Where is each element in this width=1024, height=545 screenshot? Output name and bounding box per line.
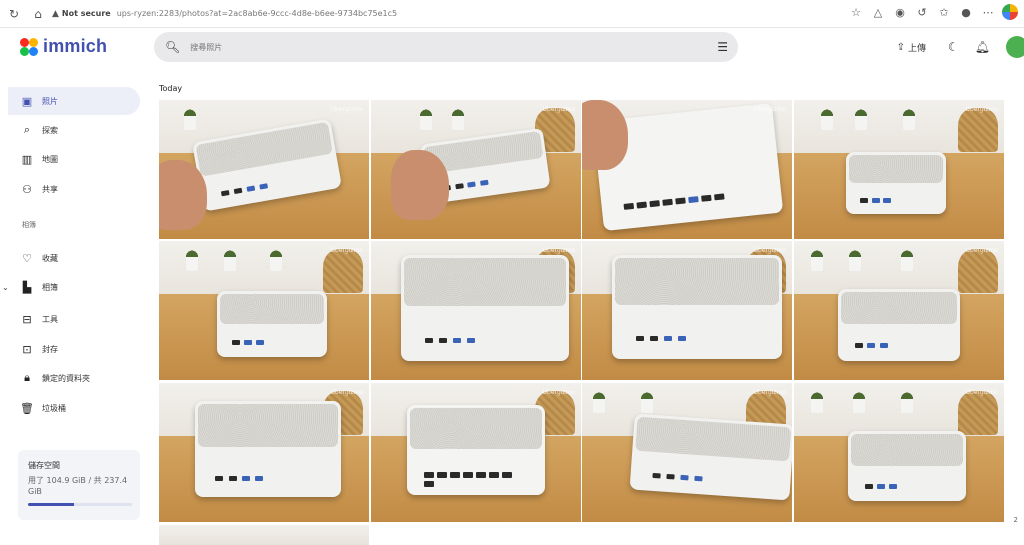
sidebar-item-label: 照片 bbox=[42, 96, 58, 106]
photo-thumbnail[interactable]: Ubergizmo bbox=[794, 383, 1004, 522]
watermark: Ubergizmo bbox=[542, 106, 575, 113]
sidebar-item-albums[interactable]: ▙ 相簿 bbox=[8, 273, 140, 301]
section-title: Today bbox=[159, 84, 183, 93]
watermark: Ubergizmo bbox=[753, 106, 786, 113]
sidebar-item-sharing[interactable]: ⚇ 共享 bbox=[8, 175, 140, 203]
sidebar-item-label: 鎖定的資料夾 bbox=[42, 373, 90, 383]
photo-thumbnail[interactable] bbox=[159, 525, 369, 545]
sidebar-item-label: 相簿 bbox=[42, 282, 58, 292]
sidebar-item-label: 封存 bbox=[42, 344, 58, 354]
watermark: Ubergizmo bbox=[330, 389, 363, 396]
search-icon: ⌕ bbox=[23, 123, 31, 136]
watermark: Ubergizmo bbox=[542, 247, 575, 254]
photo-thumbnail[interactable]: Ubergizmo bbox=[582, 383, 792, 522]
watermark: Ubergizmo bbox=[753, 389, 786, 396]
watermark: Ubergizmo bbox=[965, 106, 998, 113]
album-icon: ▙ bbox=[22, 280, 32, 294]
library-heading: 相簿 bbox=[22, 221, 36, 229]
notification-bell-icon[interactable]: 🔔︎ bbox=[975, 40, 990, 54]
address-bar[interactable]: ▲ Not secure ups-ryzen:2283/photos?at=2a… bbox=[52, 4, 397, 24]
storage-used-text: 用了 104.9 GiB / 共 237.4 GiB bbox=[28, 476, 128, 496]
photo-thumbnail[interactable]: Ubergizmo bbox=[582, 241, 792, 380]
user-avatar[interactable] bbox=[1006, 36, 1024, 58]
watermark: Ubergizmo bbox=[965, 247, 998, 254]
reload-icon[interactable]: ↻ bbox=[4, 4, 24, 24]
theme-toggle-icon[interactable]: ☾ bbox=[948, 40, 959, 54]
photo-thumbnail[interactable]: Ubergizmo bbox=[371, 383, 581, 522]
photo-thumbnail[interactable]: Ubergizmo bbox=[794, 241, 1004, 380]
url-text: ups-ryzen:2283/photos?at=2ac8ab6e-9ccc-4… bbox=[116, 9, 398, 18]
search-icon[interactable]: 🔍︎ bbox=[165, 40, 180, 54]
storage-progress-bar bbox=[28, 503, 132, 506]
home-icon[interactable]: ⌂ bbox=[28, 4, 48, 24]
sidebar-item-trash[interactable]: 🗑︎ 垃圾桶 bbox=[8, 394, 140, 422]
search-input[interactable] bbox=[190, 42, 691, 52]
photo-thumbnail[interactable]: Ubergizmo bbox=[794, 100, 1004, 239]
watermark: Ubergizmo bbox=[542, 389, 575, 396]
search-options-icon[interactable]: ☰ bbox=[717, 40, 728, 54]
profile-icon[interactable]: ● bbox=[958, 4, 974, 20]
extension-icon[interactable]: △ bbox=[870, 4, 886, 20]
trash-icon: 🗑︎ bbox=[20, 401, 34, 415]
immich-logo-icon bbox=[20, 37, 38, 56]
photo-thumbnail[interactable]: Ubergizmo bbox=[159, 383, 369, 522]
sidebar-item-label: 工具 bbox=[42, 314, 58, 324]
sidebar-item-explore[interactable]: ⌕ 探索 bbox=[8, 116, 140, 144]
sidebar-item-archive[interactable]: ⊡ 封存 bbox=[8, 335, 140, 363]
sidebar: ▣ 照片 ⌕ 探索 ▥ 地圖 ⚇ 共享 相簿 ♡ 收藏 ⌄ ▙ 相簿 ⊟ 工具 … bbox=[0, 68, 146, 542]
map-icon: ▥ bbox=[21, 152, 33, 166]
share-icon: ⚇ bbox=[22, 182, 32, 196]
photo-thumbnail[interactable]: Ubergizmo bbox=[371, 241, 581, 380]
upload-icon: ⇪ bbox=[896, 41, 905, 53]
timeline-scroll-marker[interactable]: 2 bbox=[1014, 516, 1018, 524]
archive-icon: ⊡ bbox=[22, 342, 32, 356]
search-bar[interactable]: 🔍︎ ☰ bbox=[154, 32, 738, 62]
sidebar-item-utilities[interactable]: ⊟ 工具 bbox=[8, 305, 140, 333]
star-icon[interactable]: ☆ bbox=[848, 4, 864, 20]
photo-thumbnail[interactable]: Ubergizmo bbox=[159, 241, 369, 380]
heart-icon: ♡ bbox=[22, 251, 32, 265]
storage-progress-fill bbox=[28, 503, 74, 506]
watermark: Ubergizmo bbox=[753, 247, 786, 254]
immich-logo[interactable]: immich bbox=[20, 36, 107, 57]
upload-label: 上傳 bbox=[907, 43, 926, 54]
sidebar-item-locked-folder[interactable]: 🔒︎ 鎖定的資料夾 bbox=[8, 364, 140, 392]
sidebar-item-photos[interactable]: ▣ 照片 bbox=[8, 87, 140, 115]
sidebar-item-favorites[interactable]: ♡ 收藏 bbox=[8, 244, 140, 272]
app-name: immich bbox=[43, 36, 108, 56]
copilot-icon[interactable] bbox=[1002, 4, 1018, 20]
sidebar-item-label: 探索 bbox=[42, 125, 58, 135]
sidebar-item-label: 垃圾桶 bbox=[42, 403, 66, 413]
sidebar-item-label: 地圖 bbox=[42, 154, 58, 164]
lock-icon: 🔒︎ bbox=[24, 371, 30, 384]
favorites-icon[interactable]: ✩ bbox=[936, 4, 952, 20]
upload-button[interactable]: ⇪ 上傳 bbox=[897, 41, 926, 54]
photo-grid: Ubergizmo Ubergizmo Ubergizmo Ubergizmo … bbox=[159, 100, 1005, 545]
browser-toolbar: ↻ ⌂ ▲ Not secure ups-ryzen:2283/photos?a… bbox=[0, 0, 1024, 28]
sidebar-item-label: 收藏 bbox=[42, 253, 58, 263]
photos-icon: ▣ bbox=[21, 94, 33, 108]
watermark: Ubergizmo bbox=[330, 247, 363, 254]
more-icon[interactable]: ⋯ bbox=[980, 4, 996, 20]
photo-thumbnail[interactable]: Ubergizmo bbox=[159, 100, 369, 239]
photo-thumbnail[interactable]: Ubergizmo bbox=[371, 100, 581, 239]
storage-panel: 儲存空間 用了 104.9 GiB / 共 237.4 GiB bbox=[18, 450, 140, 520]
toolbox-icon: ⊟ bbox=[22, 312, 32, 326]
watermark: Ubergizmo bbox=[330, 106, 363, 113]
vpn-icon[interactable]: ◉ bbox=[892, 4, 908, 20]
app-header: immich 🔍︎ ☰ ⇪ 上傳 ☾ 🔔︎ bbox=[0, 28, 1024, 68]
sidebar-item-map[interactable]: ▥ 地圖 bbox=[8, 145, 140, 173]
storage-title: 儲存空間 bbox=[28, 461, 60, 470]
warning-icon: ▲ bbox=[52, 8, 59, 19]
photo-thumbnail[interactable]: Ubergizmo bbox=[582, 100, 792, 239]
refresh-icon[interactable]: ↺ bbox=[914, 4, 930, 20]
security-label: Not secure bbox=[61, 9, 111, 18]
sidebar-item-label: 共享 bbox=[42, 184, 58, 194]
watermark: Ubergizmo bbox=[965, 389, 998, 396]
